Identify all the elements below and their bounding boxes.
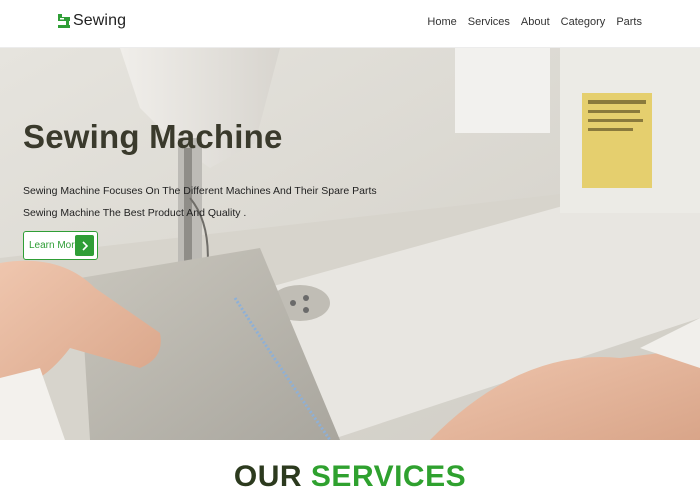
nav-parts[interactable]: Parts: [616, 16, 642, 28]
learn-more-label: Learn More: [29, 240, 81, 251]
navbar: Sewing Home Services About Category Part…: [0, 0, 700, 48]
chevron-right-icon: [75, 235, 94, 256]
hero-description-line-1: Sewing Machine Focuses On The Different …: [23, 185, 377, 197]
hero-title: Sewing Machine: [23, 118, 283, 155]
brand-logo[interactable]: Sewing: [58, 12, 126, 30]
hero-banner: Sewing Machine Sewing Machine Focuses On…: [0, 48, 700, 440]
sewing-machine-icon: [58, 14, 70, 28]
hero-description-line-2: Sewing Machine The Best Product And Qual…: [23, 207, 247, 219]
main-nav: Home Services About Category Parts: [427, 16, 642, 28]
services-heading-part-1: OUR: [233, 460, 303, 493]
learn-more-button[interactable]: Learn More: [23, 231, 98, 260]
services-heading: OUR SERVICES: [0, 460, 700, 494]
nav-home[interactable]: Home: [427, 16, 456, 28]
nav-services[interactable]: Services: [468, 16, 510, 28]
brand-name: Sewing: [73, 12, 127, 29]
nav-category[interactable]: Category: [561, 16, 606, 28]
services-heading-part-2: SERVICES: [310, 460, 467, 493]
nav-about[interactable]: About: [521, 16, 550, 28]
hero-sewing-machine-image: [0, 48, 700, 440]
